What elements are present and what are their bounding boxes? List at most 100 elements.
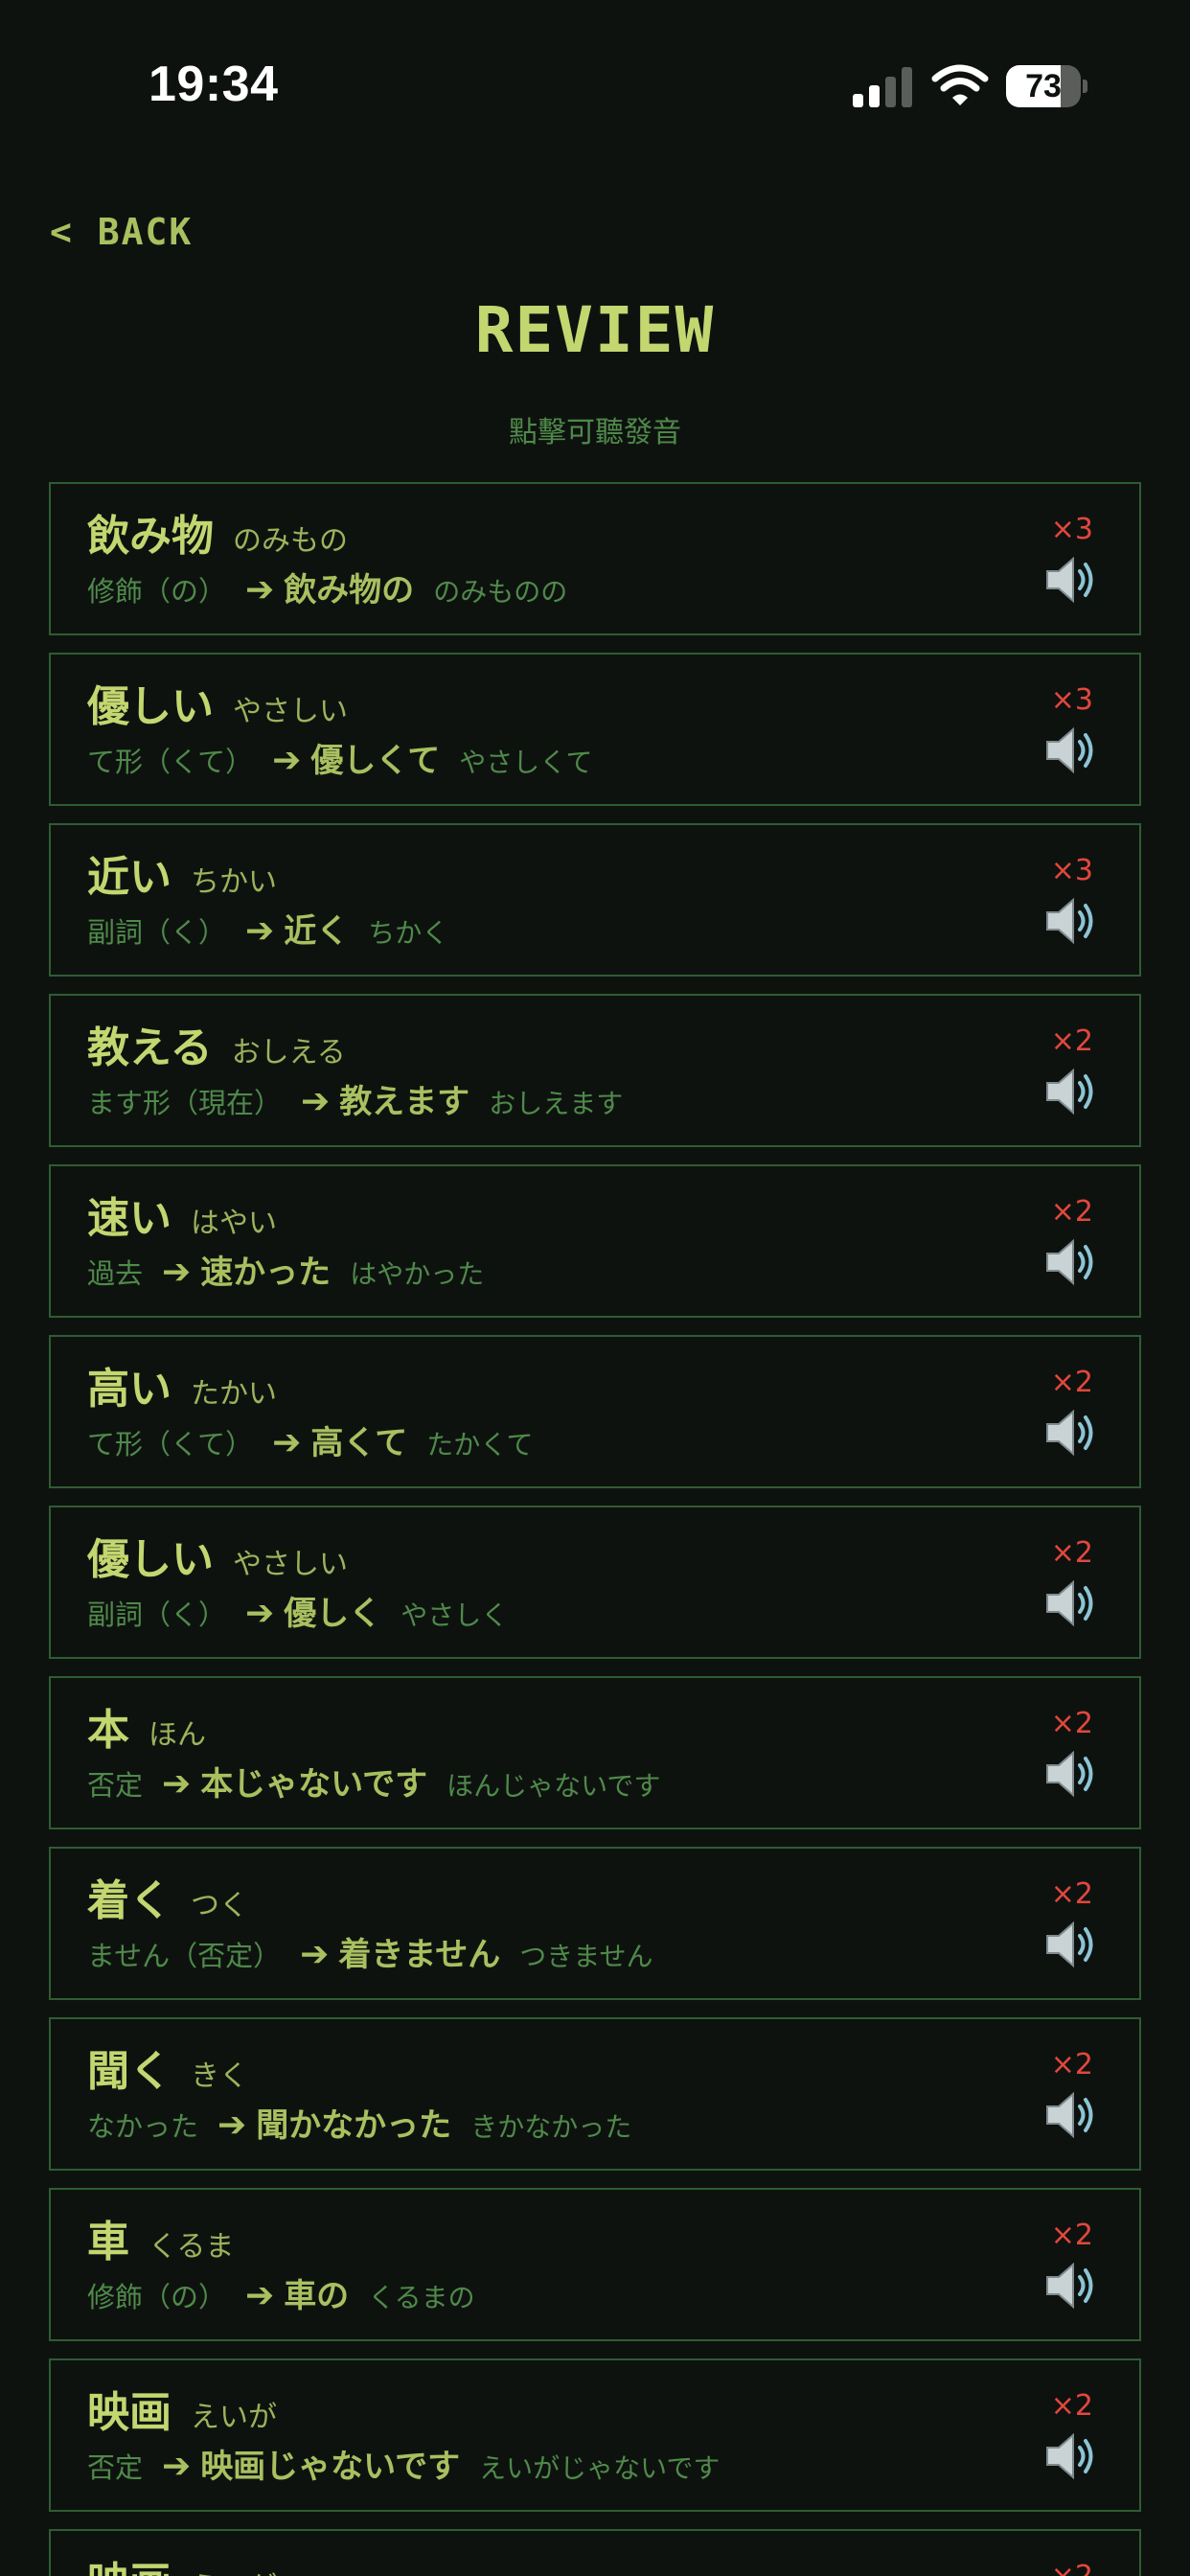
review-card[interactable]: 優しい やさしい て形（くて） ➔ 優しくて やさしくて ×3 (49, 653, 1141, 806)
conjugation-line: ます形（現在） ➔ 教えます おしえます (87, 1078, 623, 1132)
conjugated-reading: くるまの (368, 2282, 475, 2313)
word-reading: ちかい (191, 865, 277, 899)
review-card[interactable]: 着く つく ません（否定） ➔ 着きません つきません ×2 (49, 1847, 1141, 2000)
form-label: 副詞（く） (87, 1598, 227, 1631)
speaker-icon[interactable] (1043, 894, 1101, 948)
arrow-right-icon: ➔ (245, 2276, 275, 2315)
review-card[interactable]: 教える おしえる ます形（現在） ➔ 教えます おしえます ×2 (49, 994, 1141, 1147)
cellular-signal-icon (853, 67, 912, 107)
conjugation-line: 副詞（く） ➔ 優しく やさしく (87, 1590, 508, 1644)
word-line: 速い はやい (87, 1184, 277, 1245)
review-card[interactable]: 近い ちかい 副詞（く） ➔ 近く ちかく ×3 (49, 823, 1141, 977)
back-button[interactable]: < BACK (50, 211, 193, 253)
conjugation-line: 否定 ➔ 映画じゃないです えいがじゃないです (87, 2443, 720, 2496)
form-label: 否定 (87, 1769, 144, 1802)
speaker-icon[interactable] (1043, 1918, 1101, 1971)
conjugated-reading: ほんじゃないです (446, 1770, 661, 1802)
word-line: 車くるま (87, 2207, 234, 2268)
review-card[interactable]: 聞く きく なかった ➔ 聞かなかった きかなかった ×2 (49, 2017, 1141, 2171)
conjugated-reading: つきません (519, 1941, 653, 1972)
battery-tip (1083, 80, 1087, 93)
arrow-right-icon: ➔ (162, 1253, 192, 1292)
speaker-icon[interactable] (1043, 1576, 1101, 1630)
form-label: 否定 (87, 2451, 144, 2484)
mistake-count-badge: ×2 (1050, 1366, 1093, 1399)
mistake-count-badge: ×2 (1050, 1536, 1093, 1570)
conjugation-line: 過去 ➔ 速かった はやかった (87, 1249, 484, 1302)
arrow-right-icon: ➔ (162, 2447, 192, 2486)
page-title: REVIEW (474, 293, 716, 367)
mistake-count-badge: ×2 (1050, 2219, 1093, 2252)
conjugation-line: 修飾（の） ➔ 車の くるまの (87, 2272, 475, 2326)
arrow-right-icon: ➔ (162, 1764, 192, 1804)
form-label: て形（くて） (87, 746, 254, 778)
arrow-right-icon: ➔ (245, 1594, 275, 1633)
word-reading: つく (191, 1889, 248, 1922)
speaker-icon[interactable] (1043, 1406, 1101, 1460)
conjugation-line: て形（くて） ➔ 優しくて やさしくて (87, 737, 592, 791)
word-line: 飲み物 のみもの (87, 501, 348, 563)
review-card[interactable]: 本ほん 否定 ➔ 本じゃないです ほんじゃないです ×2 (49, 1676, 1141, 1829)
word-text: 速い (87, 1194, 172, 1243)
speaker-icon[interactable] (1043, 1235, 1101, 1289)
word-text: 飲み物 (87, 512, 214, 561)
conjugated-word: 映画じゃないです (200, 2448, 461, 2486)
word-line: 近い ちかい (87, 842, 277, 904)
conjugated-word: 車の (284, 2277, 350, 2315)
review-card[interactable]: 映画 えいが 否定 ➔ 映画じゃないです えいがじゃないです ×2 (49, 2358, 1141, 2512)
conjugated-word: 速かった (200, 1254, 332, 1292)
word-text: 車 (87, 2218, 129, 2266)
form-label: ます形（現在） (87, 1087, 283, 1119)
word-text: 本 (87, 1706, 129, 1755)
conjugation-line: て形（くて） ➔ 高くて たかくて (87, 1419, 533, 1473)
speaker-icon[interactable] (1043, 724, 1101, 777)
review-card[interactable]: 高い たかい て形（くて） ➔ 高くて たかくて ×2 (49, 1335, 1141, 1488)
form-label: 過去 (87, 1257, 144, 1290)
speaker-icon[interactable] (1043, 2259, 1101, 2312)
arrow-right-icon: ➔ (300, 1935, 330, 1974)
status-time: 19:34 (149, 57, 279, 112)
mistake-count-badge: ×3 (1050, 513, 1093, 546)
conjugation-line: 副詞（く） ➔ 近く ちかく (87, 908, 448, 961)
word-line: 映画えいが (87, 2378, 277, 2439)
arrow-right-icon: ➔ (272, 1423, 302, 1462)
conjugated-reading: たかくて (426, 1429, 534, 1460)
conjugated-reading: ちかく (368, 917, 449, 949)
review-card[interactable]: 優しい やさしい 副詞（く） ➔ 優しく やさしく ×2 (49, 1506, 1141, 1659)
review-card[interactable]: 速い はやい 過去 ➔ 速かった はやかった ×2 (49, 1164, 1141, 1318)
page-subtitle: 點擊可聽發音 (509, 416, 681, 449)
form-label: 修飾（の） (87, 575, 227, 608)
conjugated-word: 聞かなかった (256, 2106, 452, 2145)
word-reading: おしえる (231, 1036, 346, 1070)
mistake-count-badge: ×2 (1051, 2560, 1093, 2576)
mistake-count-badge: ×3 (1050, 683, 1093, 717)
word-reading: のみもの (233, 524, 348, 558)
speaker-icon[interactable] (1043, 1065, 1101, 1118)
speaker-icon[interactable] (1043, 2429, 1101, 2483)
conjugated-reading: おしえます (489, 1088, 624, 1119)
wifi-icon (931, 64, 989, 105)
conjugated-word: 教えます (339, 1083, 470, 1121)
review-card[interactable]: 車くるま 修飾（の） ➔ 車の くるまの ×2 (49, 2188, 1141, 2341)
battery-body: 73 (1006, 65, 1081, 107)
review-card[interactable]: 飲み物 のみもの 修飾（の） ➔ 飲み物の のみものの ×3 (49, 482, 1141, 635)
speaker-icon[interactable] (1043, 2088, 1101, 2142)
conjugation-line: ません（否定） ➔ 着きません つきません (87, 1931, 652, 1985)
mistake-count-badge: ×2 (1050, 1877, 1093, 1911)
speaker-icon[interactable] (1043, 1747, 1101, 1801)
conjugated-reading: きかなかった (470, 2111, 632, 2143)
speaker-icon[interactable] (1043, 553, 1101, 607)
word-line: 教える おしえる (87, 1013, 346, 1074)
mistake-count-badge: ×2 (1050, 1707, 1093, 1740)
word-text: 教える (87, 1024, 213, 1072)
word-reading: たかい (191, 1377, 277, 1411)
conjugated-word: 優しくて (310, 742, 441, 780)
form-label: 修飾（の） (87, 2281, 227, 2313)
word-reading: えいが (191, 2571, 277, 2576)
form-label: 副詞（く） (87, 916, 227, 949)
review-card[interactable]: 映画えいが ×2 (49, 2529, 1141, 2576)
conjugation-line: なかった ➔ 聞かなかった きかなかった (87, 2102, 631, 2155)
arrow-right-icon: ➔ (217, 2105, 247, 2145)
battery-percentage: 73 (1025, 68, 1062, 104)
mistake-count-badge: ×2 (1050, 2048, 1093, 2082)
